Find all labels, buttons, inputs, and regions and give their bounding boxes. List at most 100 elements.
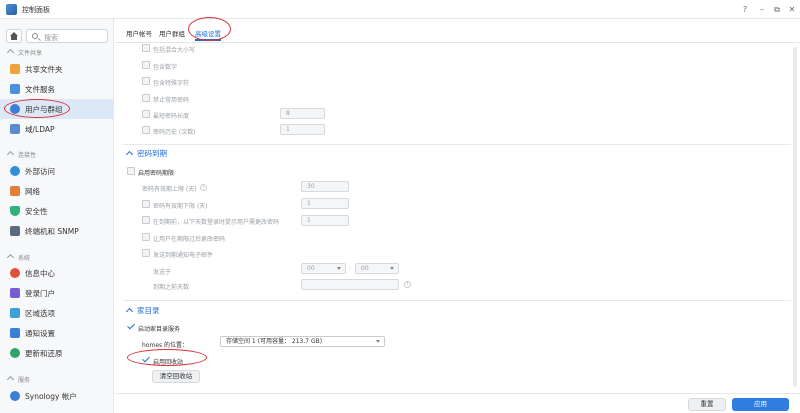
sidebar-item-terminal-snmp[interactable]: 终端机和 SNMP: [0, 221, 113, 241]
divider: [123, 300, 791, 301]
enable-expiry-checkbox[interactable]: [127, 167, 135, 175]
domain-icon: [10, 124, 20, 134]
password-history-checkbox[interactable]: [142, 126, 150, 134]
file-services-icon: [10, 84, 20, 94]
collapse-icon[interactable]: [125, 307, 134, 316]
sidebar-item-label: 信息中心: [25, 269, 55, 278]
folder-icon: [10, 64, 20, 74]
title-bar: 控制面板 ? – ⧉ ✕: [0, 0, 800, 19]
tab-user-accounts[interactable]: 用户帐号: [126, 28, 152, 38]
chevron-down-icon: [376, 340, 380, 343]
max-age-input[interactable]: 30: [301, 181, 349, 192]
sidebar-item-notification[interactable]: 通知设置: [0, 323, 113, 343]
sidebar-item-file-services[interactable]: 文件服务: [0, 79, 113, 99]
min-length-checkbox[interactable]: [142, 110, 150, 118]
chevron-down-icon: [390, 267, 394, 270]
section-services[interactable]: 服务: [8, 375, 30, 384]
mixed-case-checkbox[interactable]: [142, 44, 150, 52]
close-button[interactable]: ✕: [786, 4, 798, 15]
email-notify-checkbox[interactable]: [142, 249, 150, 257]
allow-reset-checkbox[interactable]: [142, 233, 150, 241]
mixed-case-label: 包括混合大小写: [153, 47, 196, 54]
sidebar-item-label: 区域选项: [25, 309, 55, 318]
window-title: 控制面板: [22, 6, 50, 14]
email-notify-label: 发送到期通知电子邮件: [153, 252, 214, 259]
sidebar-item-label: 文件服务: [25, 85, 55, 94]
sidebar-item-label: Synology 帐户: [25, 392, 77, 401]
globe-icon: [10, 166, 20, 176]
sidebar-item-info-center[interactable]: 信息中心: [0, 263, 113, 283]
notification-icon: [10, 328, 20, 338]
minute-select[interactable]: 00: [355, 263, 399, 274]
tab-user-groups[interactable]: 用户群组: [159, 28, 185, 38]
sidebar-item-label: 网络: [25, 187, 40, 196]
info-icon[interactable]: i: [200, 184, 207, 191]
sidebar-item-label: 更新和还原: [25, 349, 63, 358]
portal-icon: [10, 288, 20, 298]
enable-home-checkbox[interactable]: [127, 322, 135, 330]
apply-button[interactable]: 应用: [732, 398, 789, 411]
min-length-input[interactable]: 8: [280, 108, 325, 119]
sidebar-item-domain-ldap[interactable]: 域/LDAP: [0, 119, 113, 139]
notify-checkbox[interactable]: [142, 216, 150, 224]
sidebar-item-login-portal[interactable]: 登录门户: [0, 283, 113, 303]
sidebar-item-label: 终端机和 SNMP: [25, 227, 79, 236]
annotation-circle-sidebar: [4, 99, 70, 118]
home-title: 家目录: [137, 306, 160, 315]
sidebar-item-network[interactable]: 网络: [0, 181, 113, 201]
min-length-label: 最短密码长度: [153, 113, 190, 120]
sidebar-item-label: 通知设置: [25, 329, 55, 338]
sidebar-item-shared-folder[interactable]: 共享文件夹: [0, 59, 113, 79]
sidebar-item-synology-account[interactable]: Synology 帐户: [0, 386, 113, 406]
sidebar-item-label: 域/LDAP: [25, 125, 55, 134]
enable-expiry-label: 启用密码期限: [138, 170, 175, 177]
sidebar-item-security[interactable]: 安全性: [0, 201, 113, 221]
help-button[interactable]: ?: [739, 4, 751, 15]
info-icon: [10, 268, 20, 278]
minimize-button[interactable]: –: [756, 4, 768, 15]
sidebar-item-label: 安全性: [25, 207, 48, 216]
min-age-label: 密码有效期下限 (天): [153, 203, 208, 210]
include-digit-checkbox[interactable]: [142, 61, 150, 69]
sidebar-item-regional-options[interactable]: 区域选项: [0, 303, 113, 323]
min-age-input[interactable]: 1: [301, 198, 349, 209]
shield-icon: [10, 206, 20, 216]
section-file-sharing[interactable]: 文件共享: [8, 48, 42, 57]
divider: [123, 144, 791, 145]
update-icon: [10, 348, 20, 358]
info-icon[interactable]: i: [404, 281, 411, 288]
notify-label: 在到期前，以下天数登录时提示用户需更改密码: [153, 219, 280, 226]
homes-location-value: 存储空间 1 (可用容量： 213.7 GB): [226, 338, 323, 345]
sidebar-item-label: 外部访问: [25, 167, 55, 176]
reset-button[interactable]: 重置: [688, 398, 726, 411]
search-input[interactable]: 搜索: [26, 29, 108, 43]
main-content: 用户帐号 用户群组 高级设置 包括混合大小写 包含数字 包含特殊字符 禁止常用密…: [115, 17, 800, 413]
restore-button[interactable]: ⧉: [771, 4, 783, 15]
special-char-label: 包含特殊字符: [153, 80, 190, 87]
sidebar-item-external-access[interactable]: 外部访问: [0, 161, 113, 181]
special-char-checkbox[interactable]: [142, 77, 150, 85]
footer: 重置 应用: [115, 393, 800, 413]
send-at-label: 发送于: [153, 269, 172, 276]
hour-select[interactable]: 00: [301, 263, 346, 274]
network-icon: [10, 186, 20, 196]
section-connectivity[interactable]: 连接性: [8, 150, 36, 159]
account-icon: [10, 391, 20, 401]
sidebar-item-label: 登录门户: [25, 289, 55, 298]
empty-recycle-bin-button[interactable]: 清空回收站: [152, 370, 200, 383]
allow-reset-label: 让用户在期限过后更改密码: [153, 236, 226, 243]
home-button[interactable]: [6, 29, 22, 43]
days-before-input[interactable]: [301, 279, 399, 290]
scrollbar[interactable]: [793, 47, 797, 387]
homes-location-select[interactable]: 存储空间 1 (可用容量： 213.7 GB): [220, 336, 385, 347]
password-history-input[interactable]: 1: [280, 124, 325, 135]
max-age-label: 密码有效期上限 (天): [142, 186, 197, 193]
section-system[interactable]: 系统: [8, 253, 30, 262]
notify-days-input[interactable]: 1: [301, 215, 349, 226]
sidebar-item-update-restore[interactable]: 更新和还原: [0, 343, 113, 363]
days-before-label: 到期之前天数: [153, 284, 190, 291]
min-age-checkbox[interactable]: [142, 200, 150, 208]
collapse-icon[interactable]: [125, 150, 134, 159]
annotation-circle-tab: [188, 17, 231, 41]
ban-common-checkbox[interactable]: [142, 94, 150, 102]
